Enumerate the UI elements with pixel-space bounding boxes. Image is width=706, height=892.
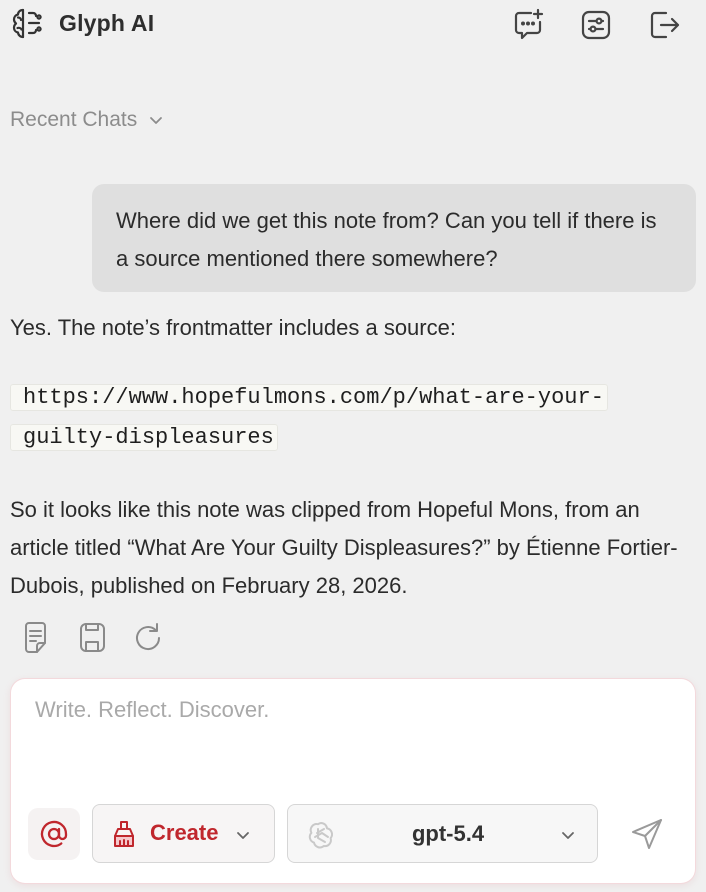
recent-chats-label: Recent Chats — [10, 108, 138, 131]
chevron-down-icon — [237, 832, 249, 839]
mention-button[interactable] — [28, 808, 80, 860]
regenerate-button[interactable] — [130, 619, 166, 657]
regenerate-icon — [136, 623, 161, 651]
assistant-conclusion: So it looks like this note was clipped f… — [10, 497, 678, 598]
settings-button[interactable] — [579, 8, 613, 42]
new-chat-button[interactable] — [511, 8, 545, 42]
send-icon — [632, 819, 662, 849]
new-chat-icon — [514, 8, 544, 40]
user-message: Where did we get this note from? Can you… — [92, 184, 696, 292]
note-icon — [25, 622, 46, 653]
note-button[interactable] — [18, 619, 54, 657]
chevron-down-icon — [150, 117, 163, 124]
logout-icon — [650, 11, 680, 39]
brush-icon — [114, 821, 134, 847]
assistant-intro: Yes. The note’s frontmatter includes a s… — [10, 315, 456, 340]
mode-select[interactable]: Create — [92, 804, 275, 863]
save-button[interactable] — [74, 619, 110, 657]
source-url[interactable]: https://www.hopefulmons.com/p/what-are-y… — [10, 384, 608, 451]
model-select[interactable]: gpt-5.4 — [287, 804, 598, 863]
at-icon — [40, 820, 68, 848]
brain-icon — [10, 6, 44, 40]
save-icon — [80, 623, 105, 652]
recent-chats-toggle[interactable]: Recent Chats — [10, 106, 165, 134]
logout-button[interactable] — [647, 8, 681, 42]
source-code-block: https://www.hopefulmons.com/p/what-are-y… — [10, 378, 670, 458]
mode-label: Create — [150, 820, 219, 845]
sliders-icon — [581, 10, 611, 40]
prompt-input[interactable] — [23, 697, 663, 757]
chevron-down-icon — [562, 832, 574, 839]
app-header: Glyph AI — [0, 0, 706, 50]
send-button[interactable] — [627, 814, 667, 854]
app-title: Glyph AI — [59, 10, 155, 36]
composer: Create gpt-5.4 — [11, 679, 695, 883]
